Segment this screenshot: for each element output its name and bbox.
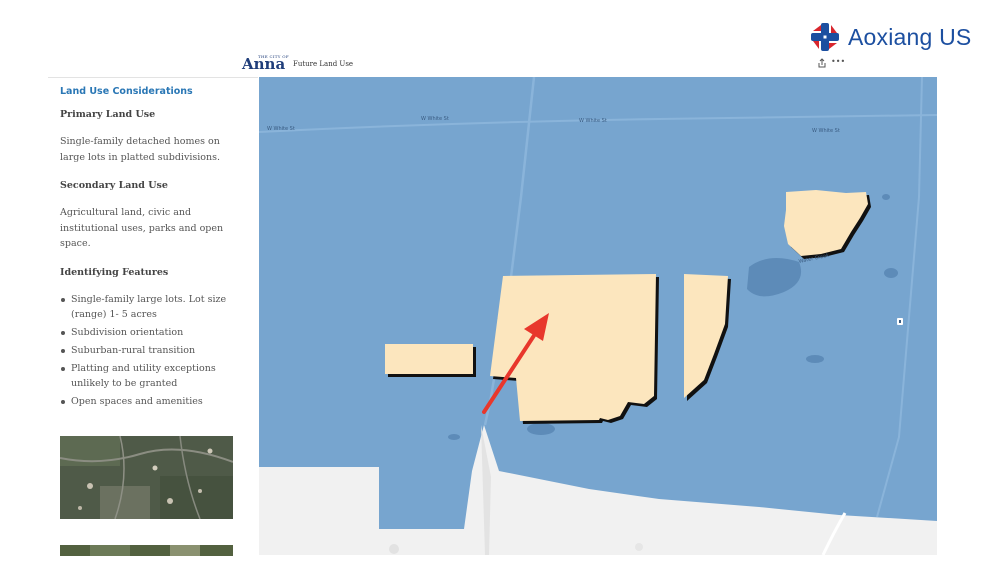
sidebar-heading: Land Use Considerations <box>60 86 193 97</box>
list-item: Open spaces and amenities <box>60 394 245 409</box>
parcel-west[interactable] <box>385 344 476 377</box>
feature-text: Platting and utility exceptions unlikely… <box>71 363 216 389</box>
feature-text: Open spaces and amenities <box>71 396 203 407</box>
primary-land-use-text: Single-family detached homes on large lo… <box>60 136 221 163</box>
identifying-features-title: Identifying Features <box>60 267 169 278</box>
bullet-icon <box>61 349 65 353</box>
bullet-icon <box>61 331 65 335</box>
brand-name: Aoxiang US <box>848 23 972 50</box>
primary-land-use-title: Primary Land Use <box>60 109 156 120</box>
road-label: W White St <box>579 118 607 124</box>
list-item: Subdivision orientation <box>60 325 245 340</box>
list-item: Platting and utility exceptions unlikely… <box>60 361 245 391</box>
more-options-icon[interactable]: ••• <box>831 57 845 66</box>
feature-text: Suburban-rural transition <box>71 345 196 356</box>
story-header: THE CITY OF Anna Future Land Use ••• <box>240 54 860 76</box>
water-body <box>527 423 555 435</box>
share-icon[interactable] <box>817 58 827 68</box>
water-body <box>806 355 824 363</box>
outside-feature <box>635 543 643 551</box>
water-body <box>448 434 460 440</box>
city-logo-name: Anna <box>242 55 286 73</box>
aerial-photo[interactable] <box>60 436 233 519</box>
outside-feature <box>389 544 399 554</box>
aoxiang-cross-logo-icon <box>811 23 839 51</box>
secondary-land-use-title: Secondary Land Use <box>60 180 168 191</box>
highway-shield-mark <box>899 320 901 323</box>
city-logo[interactable]: THE CITY OF Anna <box>242 54 290 74</box>
sidebar-panel: Land Use Considerations Primary Land Use… <box>48 77 258 562</box>
brand-logo: Aoxiang US <box>810 20 971 54</box>
features-list: Single-family large lots. Lot size (rang… <box>60 292 245 412</box>
feature-text: Subdivision orientation <box>71 327 184 338</box>
road-label: W White St <box>421 116 449 122</box>
list-item: Single-family large lots. Lot size (rang… <box>60 292 245 322</box>
list-item: Suburban-rural transition <box>60 343 245 358</box>
road-label: W White St <box>812 128 840 134</box>
water-body <box>882 194 890 200</box>
future-land-use-map[interactable]: W White St W White St W White St W White… <box>259 77 937 555</box>
bullet-icon <box>61 367 65 371</box>
bullet-icon <box>61 400 65 404</box>
aerial-photo-2[interactable] <box>60 545 233 556</box>
road-label: W White St <box>267 126 295 132</box>
feature-text: Single-family large lots. Lot size (rang… <box>71 294 227 320</box>
water-body <box>884 268 898 278</box>
secondary-land-use-text: Agricultural land, civic and institution… <box>60 207 224 249</box>
page-title: Future Land Use <box>293 60 354 68</box>
bullet-icon <box>61 298 65 302</box>
